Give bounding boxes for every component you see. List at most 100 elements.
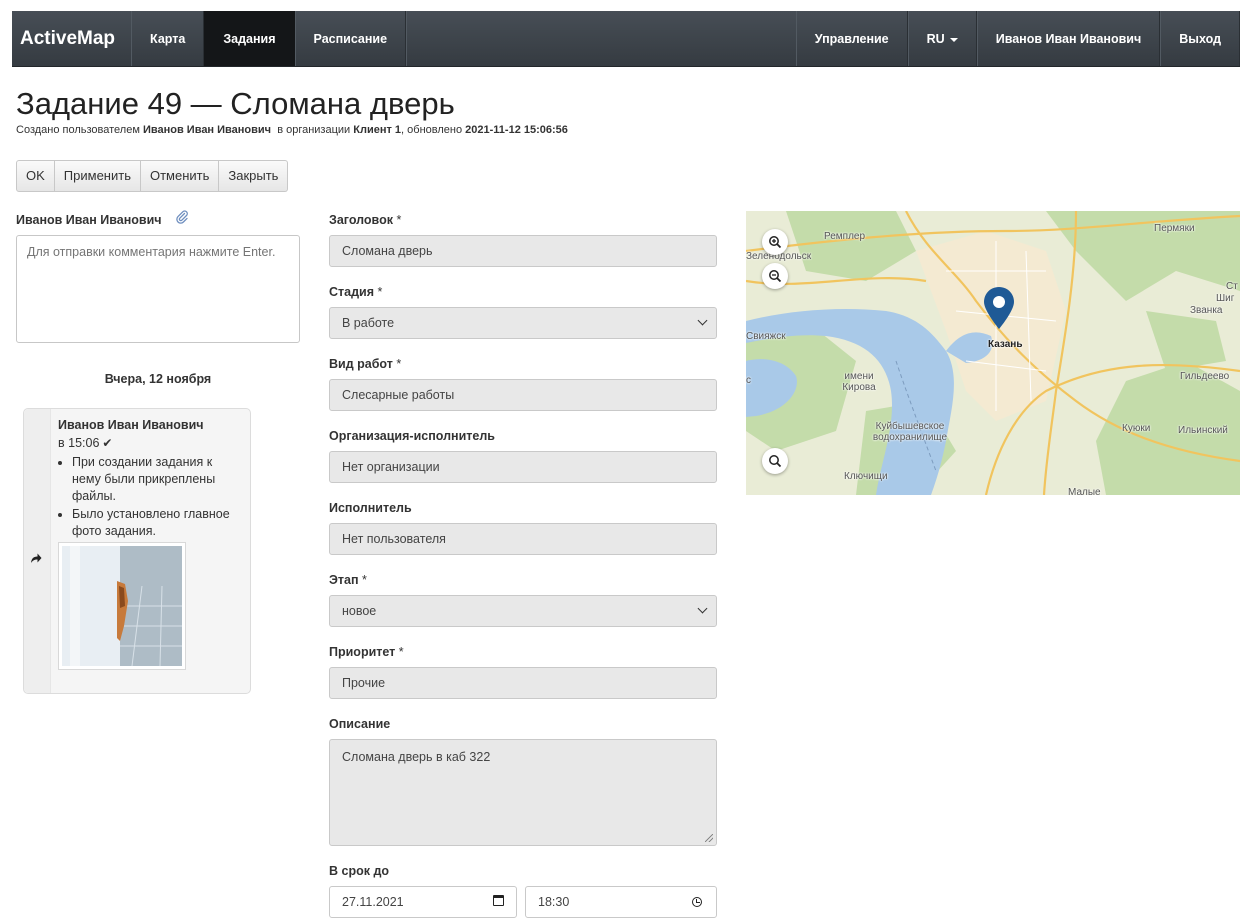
history-list: При создании задания к нему были прикреп… (58, 454, 244, 540)
history-entry: Иванов Иван Иванович в 15:06✔ При создан… (23, 408, 251, 694)
nav-item-map[interactable]: Карта (131, 11, 205, 66)
required-mark: * (362, 573, 367, 587)
required-mark: * (396, 357, 402, 371)
nav-item-schedule[interactable]: Расписание (294, 11, 407, 66)
map-label: Шиг (1216, 293, 1235, 304)
nav-user-menu[interactable]: Иванов Иван Иванович (976, 11, 1161, 66)
phase-label-text: Этап (329, 573, 359, 587)
history-time: в 15:06 (58, 436, 100, 450)
zoom-in-icon (769, 236, 782, 249)
map-label: Пермяки (1154, 223, 1195, 234)
deadline-date-input[interactable]: 27.11.2021 (329, 886, 517, 918)
comment-user-label: Иванов Иван Иванович (16, 213, 162, 227)
cancel-button[interactable]: Отменить (140, 160, 220, 192)
map-label: с (746, 375, 751, 386)
language-label: RU (926, 32, 945, 46)
language-dropdown[interactable]: RU (907, 11, 977, 66)
map-label: Ильинский (1178, 425, 1228, 436)
executor-input[interactable]: Нет пользователя (329, 523, 717, 555)
paperclip-icon[interactable] (175, 210, 189, 227)
logout-link[interactable]: Выход (1160, 11, 1240, 66)
org-name: Клиент 1 (353, 124, 402, 136)
author-name: Иванов Иван Иванович (142, 124, 272, 136)
phase-label: Этап * (329, 571, 717, 589)
map-label: Куюки (1122, 423, 1151, 434)
zoom-out-button[interactable] (762, 263, 788, 289)
chevron-down-icon (697, 315, 708, 326)
share-icon (30, 552, 42, 567)
map-label: имени Кирова (842, 371, 876, 393)
close-button[interactable]: Закрыть (219, 160, 289, 192)
deadline-date-value: 27.11.2021 (342, 895, 404, 909)
task-photo-thumbnail[interactable] (58, 542, 186, 670)
map-search-button[interactable] (762, 448, 788, 474)
executor-label: Исполнитель (329, 501, 412, 515)
executor-org-input[interactable]: Нет организации (329, 451, 717, 483)
chevron-down-icon (697, 603, 708, 614)
zoom-in-button[interactable] (762, 229, 788, 255)
map-label: Малые (1068, 487, 1101, 495)
page-title: Задание 49 — Сломана дверь (16, 86, 455, 121)
task-form: Заголовок * Сломана дверь Стадия * В раб… (329, 211, 717, 918)
stage-label-text: Стадия (329, 285, 375, 299)
map-label: Ст (1226, 281, 1238, 292)
history-item: При создании задания к нему были прикреп… (72, 454, 244, 505)
apply-button[interactable]: Применить (54, 160, 141, 192)
comment-user-name: Иванов Иван Иванович (16, 210, 189, 227)
history-item: Было установлено главное фото задания. (72, 506, 244, 540)
comment-input[interactable] (16, 235, 300, 343)
task-location-map[interactable]: Ремплер Пермяки Званка Казань имени Киро… (746, 211, 1240, 495)
description-textarea[interactable]: Сломана дверь в каб 322 (329, 739, 717, 846)
title-input[interactable]: Сломана дверь (329, 235, 717, 267)
nav-item-tasks[interactable]: Задания (204, 11, 295, 66)
history-entry-rail (24, 409, 51, 693)
description-label: Описание (329, 717, 391, 731)
deadline-time-value: 18:30 (538, 895, 570, 909)
stage-select[interactable]: В работе (329, 307, 717, 339)
required-mark: * (396, 213, 402, 227)
required-mark: * (398, 645, 404, 659)
executor-org-label: Организация-исполнитель (329, 429, 495, 443)
updated-prefix: , обновлено (401, 124, 463, 136)
map-label: Куйбышевское водохранилище (872, 421, 948, 443)
resize-grip-icon[interactable] (705, 834, 713, 842)
history-day-separator: Вчера, 12 ноября (104, 372, 212, 386)
top-navbar: ActiveMap Карта Задания Расписание Управ… (12, 11, 1240, 67)
description-value: Сломана дверь в каб 322 (342, 750, 491, 764)
stage-label: Стадия * (329, 283, 717, 301)
calendar-icon[interactable] (493, 895, 504, 906)
brand-logo[interactable]: ActiveMap (12, 11, 131, 66)
stage-value: В работе (342, 316, 395, 330)
check-icon: ✔ (102, 436, 113, 450)
deadline-time-input[interactable]: 18:30 (525, 886, 717, 918)
navbar-spacer (406, 11, 796, 66)
work-type-label: Вид работ * (329, 355, 717, 373)
page-subtitle: Создано пользователем Иванов Иван Иванов… (16, 124, 568, 136)
door-photo-image (62, 546, 182, 666)
phase-value: новое (342, 604, 377, 618)
nav-item-management[interactable]: Управление (795, 11, 908, 66)
org-prefix: в организации (277, 124, 351, 136)
map-label: Ключищи (844, 471, 888, 482)
created-prefix: Создано пользователем (16, 124, 140, 136)
priority-label: Приоритет * (329, 643, 717, 661)
map-label: Званка (1190, 305, 1223, 316)
map-label: Свияжск (746, 331, 786, 342)
map-label: Гильдеево (1180, 371, 1230, 382)
history-entry-body: Иванов Иван Иванович в 15:06✔ При создан… (58, 418, 244, 670)
priority-input[interactable]: Прочие (329, 667, 717, 699)
caret-down-icon (949, 37, 958, 42)
required-mark: * (377, 285, 383, 299)
work-type-label-text: Вид работ (329, 357, 393, 371)
search-icon (769, 455, 782, 468)
priority-label-text: Приоритет (329, 645, 396, 659)
deadline-row: 27.11.2021 18:30 (329, 886, 717, 918)
map-tiles (746, 211, 1240, 495)
map-label: Ремплер (824, 231, 866, 242)
phase-select[interactable]: новое (329, 595, 717, 627)
ok-button[interactable]: OK (16, 160, 55, 192)
history-author: Иванов Иван Иванович (58, 418, 204, 432)
updated-timestamp: 2021-11-12 15:06:56 (465, 124, 568, 136)
work-type-input[interactable]: Слесарные работы (329, 379, 717, 411)
title-label: Заголовок * (329, 211, 717, 229)
